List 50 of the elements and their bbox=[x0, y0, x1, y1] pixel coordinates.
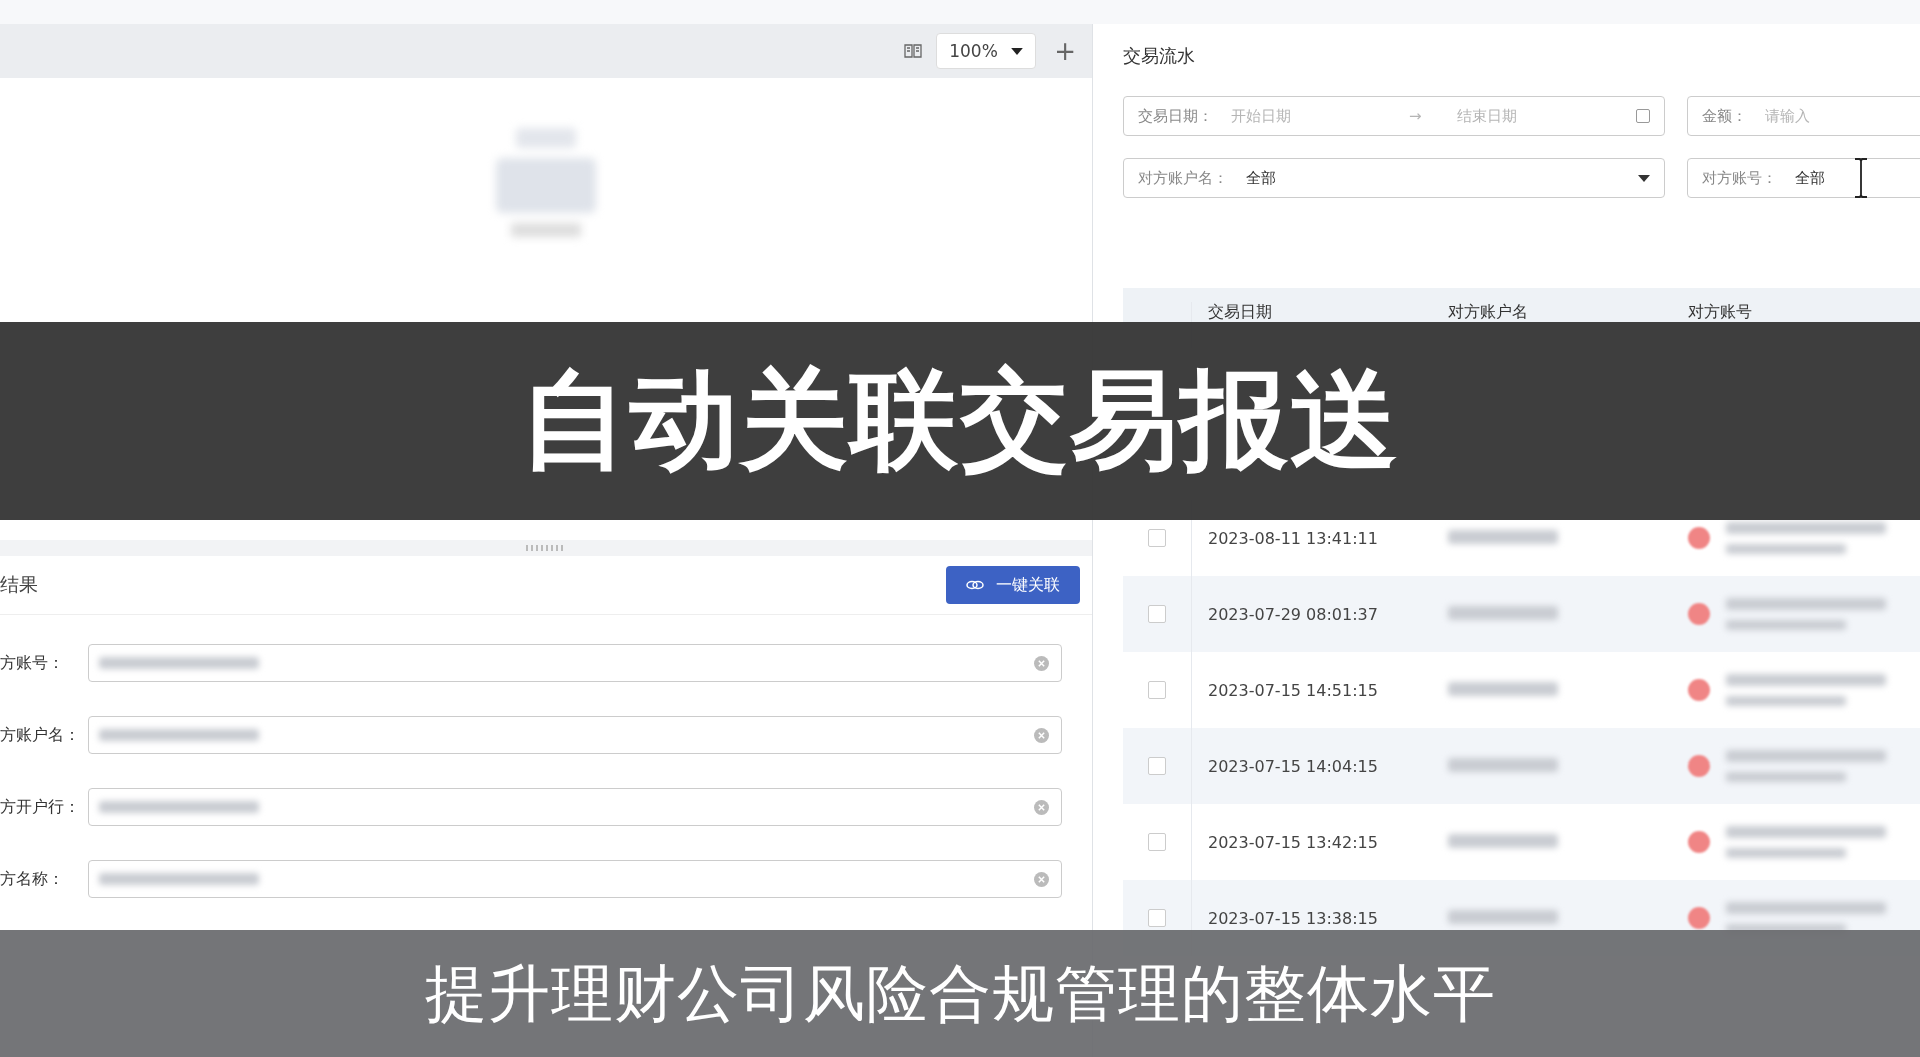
row-checkbox[interactable] bbox=[1148, 909, 1166, 927]
link-icon bbox=[966, 579, 984, 591]
field-label: 方名称： bbox=[0, 868, 65, 890]
table-cell: 2023-07-15 13:42:15 bbox=[1208, 832, 1378, 852]
field-label: 方开户行： bbox=[0, 796, 80, 818]
table-cell: 2023-07-29 08:01:37 bbox=[1208, 604, 1378, 624]
panel-title: 结果 bbox=[0, 572, 38, 597]
clear-icon[interactable] bbox=[1034, 655, 1049, 671]
input-field[interactable]: 对方账号： 全部 bbox=[1687, 158, 1920, 198]
table-cell: 2023-07-15 13:38:15 bbox=[1208, 908, 1378, 928]
column-header: 对方账号 bbox=[1687, 302, 1753, 323]
caret-icon bbox=[1011, 47, 1024, 55]
caret-icon[interactable] bbox=[1638, 174, 1650, 182]
column-header: 交易日期 bbox=[1207, 302, 1273, 323]
banner-title: 自动关联交易报送 bbox=[520, 356, 1400, 484]
date-range-field[interactable]: 交易日期： 开始日期 → 结束日期 bbox=[1123, 96, 1665, 136]
caption-text: 提升理财公司风险合规管理的整体水平 bbox=[424, 955, 1496, 1032]
row-checkbox[interactable] bbox=[1148, 833, 1166, 851]
row-checkbox[interactable] bbox=[1148, 605, 1166, 623]
book-icon[interactable] bbox=[904, 44, 923, 58]
table-cell: 2023-07-15 14:04:15 bbox=[1208, 756, 1378, 776]
row-checkbox[interactable] bbox=[1148, 529, 1166, 547]
zoom-select[interactable]: 100% bbox=[936, 33, 1037, 69]
input-field[interactable] bbox=[88, 644, 1062, 682]
input-field[interactable]: 金额： 请输入 bbox=[1687, 96, 1920, 136]
input-field[interactable] bbox=[88, 860, 1062, 898]
text-cursor-icon bbox=[1853, 158, 1869, 198]
row-checkbox[interactable] bbox=[1148, 681, 1166, 699]
status-dot bbox=[1688, 603, 1710, 625]
status-dot bbox=[1688, 755, 1710, 777]
status-dot bbox=[1688, 527, 1710, 549]
field-label: 方账号： bbox=[0, 652, 65, 674]
field-label: 方账户名： bbox=[0, 724, 80, 746]
input-field[interactable] bbox=[88, 788, 1062, 826]
table-cell: 2023-08-11 13:41:11 bbox=[1208, 528, 1378, 548]
calendar-icon[interactable] bbox=[1636, 109, 1650, 123]
status-dot bbox=[1688, 907, 1710, 929]
status-dot bbox=[1688, 679, 1710, 701]
clear-icon[interactable] bbox=[1034, 871, 1049, 887]
table-cell: 2023-07-15 14:51:15 bbox=[1208, 680, 1378, 700]
zoom-in-button[interactable]: + bbox=[1050, 36, 1080, 66]
section-title: 交易流水 bbox=[1123, 44, 1196, 68]
clear-icon[interactable] bbox=[1034, 799, 1049, 815]
column-header: 对方账户名 bbox=[1447, 302, 1529, 323]
row-checkbox[interactable] bbox=[1148, 757, 1166, 775]
select-field[interactable]: 对方账户名： 全部 bbox=[1123, 158, 1665, 198]
input-field[interactable] bbox=[88, 716, 1062, 754]
clear-icon[interactable] bbox=[1034, 727, 1049, 743]
link-all-button[interactable]: 一键关联 bbox=[946, 566, 1080, 604]
status-dot bbox=[1688, 831, 1710, 853]
